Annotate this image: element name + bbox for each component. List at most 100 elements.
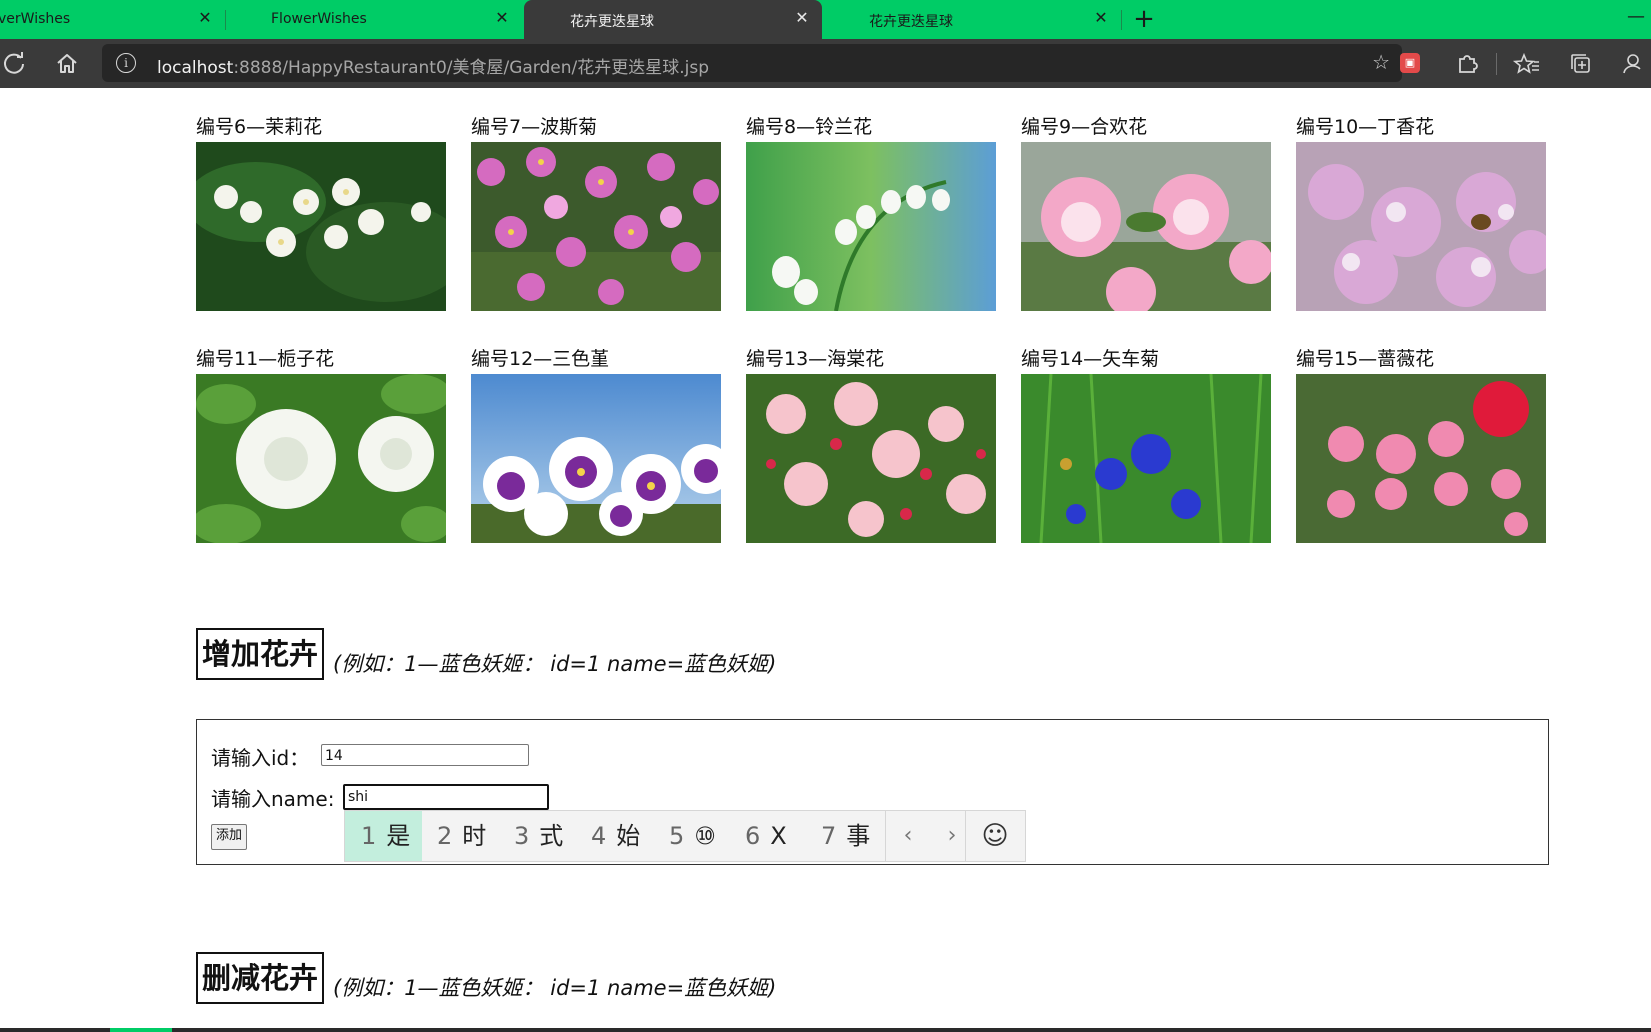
flower-image-cosmos xyxy=(471,142,721,311)
url-path: :8888/HappyRestaurant0/美食屋/Garden/花卉更迭星球… xyxy=(233,58,710,78)
ime-candidate-text: 是 xyxy=(386,822,411,850)
flower-card: 编号8—铃兰花 xyxy=(746,114,996,311)
tab-flowerwishes-1[interactable]: verWishes ✕ xyxy=(0,0,225,39)
site-info-icon[interactable]: i xyxy=(116,53,136,73)
ime-candidate-text: X xyxy=(770,822,787,850)
flower-caption: 编号7—波斯菊 xyxy=(471,116,598,138)
close-tab-icon[interactable]: ✕ xyxy=(492,8,512,28)
ime-candidate[interactable]: 6X xyxy=(745,811,787,861)
refresh-icon[interactable] xyxy=(0,49,30,79)
add-flower-hint: (例如：1—蓝色妖姬： id=1 name=蓝色妖姬) xyxy=(333,652,777,676)
tab-label: verWishes xyxy=(0,11,71,27)
collections-icon[interactable] xyxy=(1566,49,1596,79)
tab-label: FlowerWishes xyxy=(271,11,367,27)
extensions-puzzle-icon[interactable] xyxy=(1452,49,1482,79)
ime-candidate-number: 7 xyxy=(821,822,837,850)
taskbar-accent xyxy=(110,1028,172,1032)
delete-flower-title: 删减花卉 xyxy=(196,952,325,1004)
ime-candidate[interactable]: 7事 xyxy=(821,811,870,861)
flower-card: 编号12—三色堇 xyxy=(471,346,721,543)
flower-card: 编号14—矢车菊 xyxy=(1021,346,1271,543)
page-content: 编号6—茉莉花 编号7—波斯菊 编号8—铃兰花 编号9—合欢花 编号10—丁香花… xyxy=(0,88,1651,1032)
ime-divider xyxy=(885,811,886,861)
flower-image-lily-of-the-valley xyxy=(746,142,996,311)
tab-flower-planet-active[interactable]: 花卉更迭星球 ✕ xyxy=(524,0,822,39)
tab-flower-planet[interactable]: 花卉更迭星球 ✕ xyxy=(824,0,1120,39)
flower-caption: 编号15—蔷薇花 xyxy=(1296,348,1435,370)
add-button[interactable]: 添加 xyxy=(211,824,248,850)
ime-candidate[interactable]: 3式 xyxy=(514,811,563,861)
tab-divider xyxy=(1121,10,1122,30)
ime-next-page-icon[interactable]: › xyxy=(932,811,972,861)
add-favorite-icon[interactable]: ☆ xyxy=(1372,50,1390,74)
favorites-icon[interactable] xyxy=(1512,49,1542,79)
flower-image-pansy xyxy=(471,374,721,543)
new-tab-button[interactable]: + xyxy=(1130,4,1158,34)
tab-strip: verWishes ✕ FlowerWishes ✕ 花卉更迭星球 ✕ 花卉更迭… xyxy=(0,0,1651,39)
flower-image-crabapple xyxy=(746,374,996,543)
ime-candidate-text: ⑩ xyxy=(694,822,716,850)
ime-candidate-number: 1 xyxy=(361,822,377,850)
close-tab-icon[interactable]: ✕ xyxy=(1091,8,1111,28)
ime-candidate[interactable]: 2时 xyxy=(437,811,486,861)
ime-divider xyxy=(965,811,966,861)
flower-caption: 编号8—铃兰花 xyxy=(746,116,873,138)
flower-caption: 编号12—三色堇 xyxy=(471,348,610,370)
flower-card: 编号11—栀子花 xyxy=(196,346,446,543)
flower-caption: 编号11—栀子花 xyxy=(196,348,335,370)
home-icon[interactable] xyxy=(52,49,82,79)
address-bar[interactable]: i localhost:8888/HappyRestaurant0/美食屋/Ga… xyxy=(102,44,1402,82)
ime-candidate-number: 4 xyxy=(591,822,607,850)
ime-candidate[interactable]: 5⑩ xyxy=(669,811,716,861)
ime-candidate-bar: 1是 2时 3式 4始 5⑩ 6X 7事 ‹ › ☺ xyxy=(344,810,1026,862)
flower-card: 编号6—茉莉花 xyxy=(196,114,446,311)
ime-candidate-number: 6 xyxy=(745,822,761,850)
flower-caption: 编号14—矢车菊 xyxy=(1021,348,1160,370)
name-label: 请输入name: xyxy=(211,787,335,811)
tab-label: 花卉更迭星球 xyxy=(570,14,654,30)
ime-emoji-icon[interactable]: ☺ xyxy=(967,811,1023,861)
ime-candidate-number: 3 xyxy=(514,822,530,850)
flower-caption: 编号10—丁香花 xyxy=(1296,116,1435,138)
id-input[interactable]: 14 xyxy=(321,744,529,766)
ime-candidate-text: 式 xyxy=(539,822,564,850)
flower-card: 编号9—合欢花 xyxy=(1021,114,1271,311)
toolbar-divider xyxy=(1496,53,1497,75)
flower-image-lilac xyxy=(1296,142,1546,311)
flower-image-jasmine xyxy=(196,142,446,311)
flower-image-gardenia xyxy=(196,374,446,543)
ime-candidate-text: 时 xyxy=(462,822,487,850)
minimize-icon[interactable]: — xyxy=(1624,6,1648,30)
flower-card: 编号15—蔷薇花 xyxy=(1296,346,1546,543)
url-host: localhost xyxy=(157,58,234,78)
tab-label: 花卉更迭星球 xyxy=(869,14,953,30)
flower-card: 编号10—丁香花 xyxy=(1296,114,1546,311)
ime-candidate-text: 事 xyxy=(846,822,871,850)
id-label: 请输入id： xyxy=(211,746,310,770)
bottom-taskbar-edge xyxy=(0,1028,1651,1032)
flower-caption: 编号9—合欢花 xyxy=(1021,116,1148,138)
ime-prev-page-icon[interactable]: ‹ xyxy=(888,811,928,861)
ime-candidate-text: 始 xyxy=(616,822,641,850)
url-text[interactable]: localhost:8888/HappyRestaurant0/美食屋/Gard… xyxy=(157,53,709,78)
flower-image-cornflower xyxy=(1021,374,1271,543)
flower-image-silk-tree xyxy=(1021,142,1271,311)
flower-caption: 编号6—茉莉花 xyxy=(196,116,323,138)
flower-caption: 编号13—海棠花 xyxy=(746,348,885,370)
tab-flowerwishes-2[interactable]: FlowerWishes ✕ xyxy=(226,0,523,39)
ime-candidate-number: 2 xyxy=(437,822,453,850)
flower-image-rose xyxy=(1296,374,1546,543)
add-flower-title: 增加花卉 xyxy=(196,628,325,680)
name-input[interactable]: shi xyxy=(343,784,549,810)
ime-candidate-number: 5 xyxy=(669,822,685,850)
extension-icon[interactable]: ▣ xyxy=(1400,53,1420,73)
delete-flower-hint: (例如：1—蓝色妖姬： id=1 name=蓝色妖姬) xyxy=(333,976,777,1000)
browser-toolbar: i localhost:8888/HappyRestaurant0/美食屋/Ga… xyxy=(0,39,1651,88)
profile-icon[interactable] xyxy=(1620,49,1650,79)
flower-card: 编号13—海棠花 xyxy=(746,346,996,543)
close-tab-icon[interactable]: ✕ xyxy=(195,8,215,28)
close-tab-icon[interactable]: ✕ xyxy=(792,8,812,28)
flower-card: 编号7—波斯菊 xyxy=(471,114,721,311)
ime-candidate[interactable]: 4始 xyxy=(591,811,640,861)
ime-candidate[interactable]: 1是 xyxy=(345,811,422,861)
